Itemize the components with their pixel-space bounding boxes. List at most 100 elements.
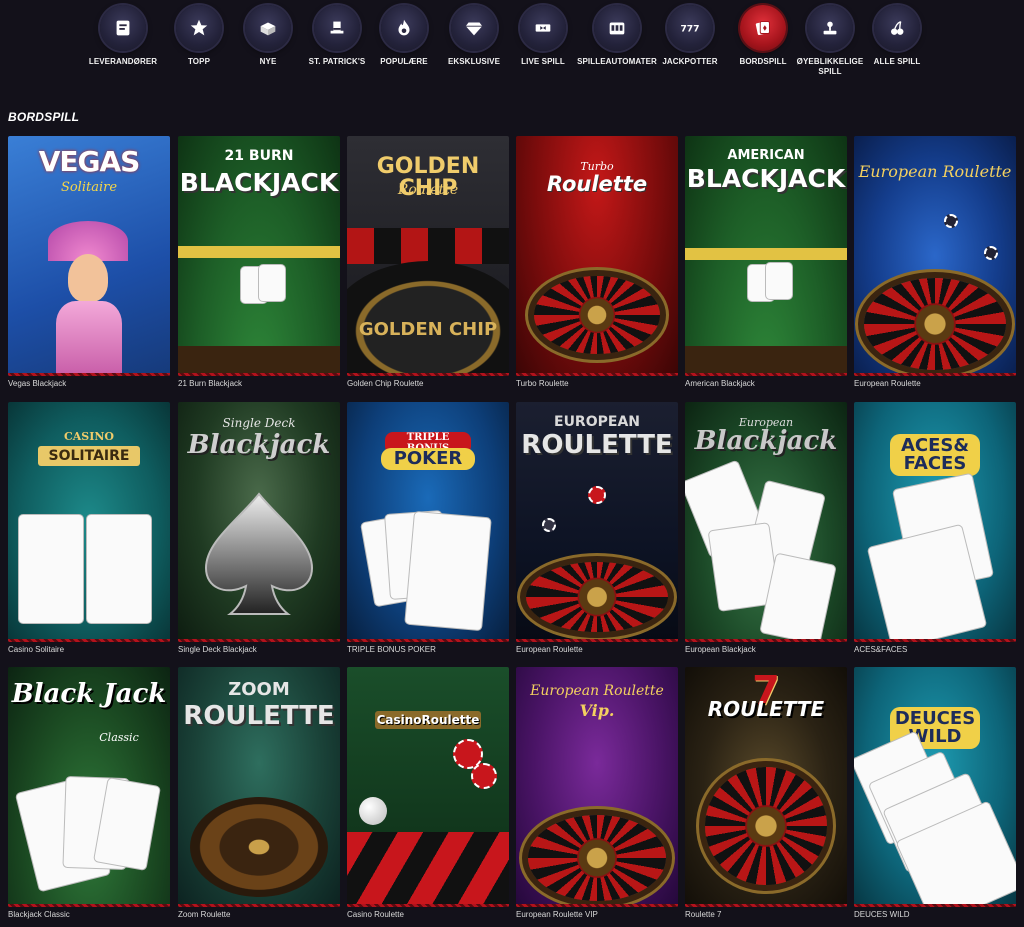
- art-title: ACES& FACES: [890, 434, 980, 476]
- game-name: Casino Roulette: [347, 910, 404, 919]
- game-thumbnail: 21 BURN BLACKJACK: [178, 136, 340, 376]
- category-leverandorer[interactable]: LEVERANDØRER: [83, 5, 163, 67]
- table-rail: [178, 346, 340, 376]
- game-tile[interactable]: TRIPLE BONUS POKER TRIPLE BONUS POKER: [347, 402, 509, 654]
- art-title: Roulette: [546, 172, 648, 196]
- art-subtitle: Classic: [99, 731, 139, 744]
- roulette-wheel: [526, 562, 668, 632]
- spade-symbol-icon: [204, 492, 314, 615]
- roulette-wheel: [864, 278, 1006, 370]
- game-thumbnail: GOLDEN CHIP Roulette GOLDEN CHIP: [347, 136, 509, 376]
- game-name: Turbo Roulette: [516, 379, 569, 388]
- art-subtitle: 21 BURN: [224, 148, 294, 164]
- category-label: ALLE SPILL: [873, 57, 921, 66]
- art-subtitle: CASINO: [63, 430, 114, 443]
- game-name: ACES&FACES: [854, 645, 908, 654]
- game-thumbnail: European Blackjack: [685, 402, 847, 642]
- roulette-chip: [944, 214, 958, 228]
- art-title: CasinoRoulette: [375, 711, 481, 729]
- game-thumbnail: Black Jack Classic: [8, 667, 170, 907]
- game-thumbnail: Turbo Roulette: [516, 136, 678, 376]
- slot-machine-icon: [594, 5, 640, 51]
- category-live-spill[interactable]: LIVE SPILL: [503, 5, 583, 67]
- art-subtitle: EUROPEAN: [554, 414, 640, 430]
- art-title: VEGAS: [38, 145, 141, 178]
- category-spilleautomater[interactable]: SPILLEAUTOMATER: [577, 5, 657, 67]
- category-populaere[interactable]: POPULÆRE: [364, 5, 444, 67]
- game-tile[interactable]: European Roulette European Roulette: [854, 136, 1016, 388]
- leprechaun-hat-icon: [314, 5, 360, 51]
- jack-card: [404, 510, 492, 632]
- game-thumbnail: EUROPEAN ROULETTE: [516, 402, 678, 642]
- game-name: Zoom Roulette: [178, 910, 231, 919]
- category-alle-spill[interactable]: ALLE SPILL: [857, 5, 937, 67]
- game-tile[interactable]: AMERICAN BLACKJACK American Blackjack: [685, 136, 847, 388]
- queen-card: [86, 514, 152, 624]
- art-title: BLACKJACK: [179, 168, 339, 197]
- game-tile[interactable]: ZOOM ROULETTE Zoom Roulette: [178, 667, 340, 919]
- art-subtitle: ZOOM: [228, 679, 290, 700]
- game-tile[interactable]: 21 BURN BLACKJACK 21 Burn Blackjack: [178, 136, 340, 388]
- art-subtitle: European Roulette: [858, 162, 1012, 181]
- art-subtitle: Solitaire: [60, 180, 118, 195]
- art-title: SOLITAIRE: [38, 446, 140, 466]
- art-subtitle: Single Deck: [222, 416, 296, 430]
- game-tile[interactable]: Single Deck Blackjack Single Deck Blackj…: [178, 402, 340, 654]
- game-name: 21 Burn Blackjack: [178, 379, 243, 388]
- provider-book-icon: [100, 5, 146, 51]
- game-tile[interactable]: European Roulette Vip. European Roulette…: [516, 667, 678, 919]
- category-label: NYE: [259, 57, 277, 66]
- game-tile[interactable]: CasinoRoulette Casino Roulette: [347, 667, 509, 919]
- art-title: Vip.: [579, 701, 615, 720]
- game-tile[interactable]: Black Jack Classic Blackjack Classic: [8, 667, 170, 919]
- game-thumbnail: CASINO SOLITAIRE: [8, 402, 170, 642]
- game-name: European Blackjack: [685, 645, 756, 654]
- art-title: Black Jack: [11, 679, 167, 709]
- roulette-wheel: [534, 276, 660, 354]
- roulette-wheel: [705, 767, 827, 885]
- game-name: Golden Chip Roulette: [347, 379, 424, 388]
- insurance-band: [685, 248, 847, 260]
- instant-game-icon: [807, 5, 853, 51]
- game-tile[interactable]: CASINO SOLITAIRE Casino Solitaire: [8, 402, 170, 654]
- roulette-ball: [359, 797, 387, 825]
- category-label: EKSKLUSIVE: [447, 57, 501, 66]
- game-name: Single Deck Blackjack: [178, 645, 257, 654]
- svg-text:777: 777: [680, 24, 699, 35]
- category-eksklusive[interactable]: EKSKLUSIVE: [434, 5, 514, 67]
- game-thumbnail: DEUCES WILD: [854, 667, 1016, 907]
- diamond-icon: [451, 5, 497, 51]
- game-name: DEUCES WILD: [854, 910, 910, 919]
- art-title: ROULETTE: [707, 697, 825, 721]
- game-tile[interactable]: 7 ROULETTE Roulette 7: [685, 667, 847, 919]
- playing-card: [258, 264, 286, 302]
- game-tile[interactable]: ACES& FACES ACES&FACES: [854, 402, 1016, 654]
- game-tile[interactable]: DEUCES WILD DEUCES WILD: [854, 667, 1016, 919]
- category-nav: LEVERANDØRER TOPP NYE ST. PATRICK'S POPU…: [0, 0, 1024, 95]
- game-tile[interactable]: VEGAS Solitaire Vegas Blackjack: [8, 136, 170, 388]
- showgirl-face: [68, 254, 108, 302]
- game-name: Blackjack Classic: [8, 910, 70, 919]
- game-tile[interactable]: European Blackjack European Blackjack: [685, 402, 847, 654]
- game-name: European Roulette: [854, 379, 921, 388]
- art-title: ROULETTE: [183, 701, 335, 731]
- jackpot-777-icon: 777: [667, 5, 713, 51]
- roulette-wheel: [528, 815, 666, 901]
- game-tile[interactable]: EUROPEAN ROULETTE European Roulette: [516, 402, 678, 654]
- game-thumbnail: Single Deck Blackjack: [178, 402, 340, 642]
- roulette-chip: [471, 763, 497, 789]
- queen-card: [18, 514, 84, 624]
- table-rail: [685, 346, 847, 376]
- category-jackpotter[interactable]: 777 JACKPOTTER: [650, 5, 730, 67]
- category-label: POPULÆRE: [380, 57, 428, 66]
- art-title: BLACKJACK: [686, 164, 846, 193]
- category-label: SPILLEAUTOMATER: [577, 57, 657, 66]
- game-tile[interactable]: Turbo Roulette Turbo Roulette: [516, 136, 678, 388]
- cherries-icon: [874, 5, 920, 51]
- category-nye[interactable]: NYE: [228, 5, 308, 67]
- game-thumbnail: European Roulette Vip.: [516, 667, 678, 907]
- game-tile[interactable]: GOLDEN CHIP Roulette GOLDEN CHIP Golden …: [347, 136, 509, 388]
- game-name: American Blackjack: [685, 379, 755, 388]
- game-name: Roulette 7: [685, 910, 722, 919]
- category-topp[interactable]: TOPP: [159, 5, 239, 67]
